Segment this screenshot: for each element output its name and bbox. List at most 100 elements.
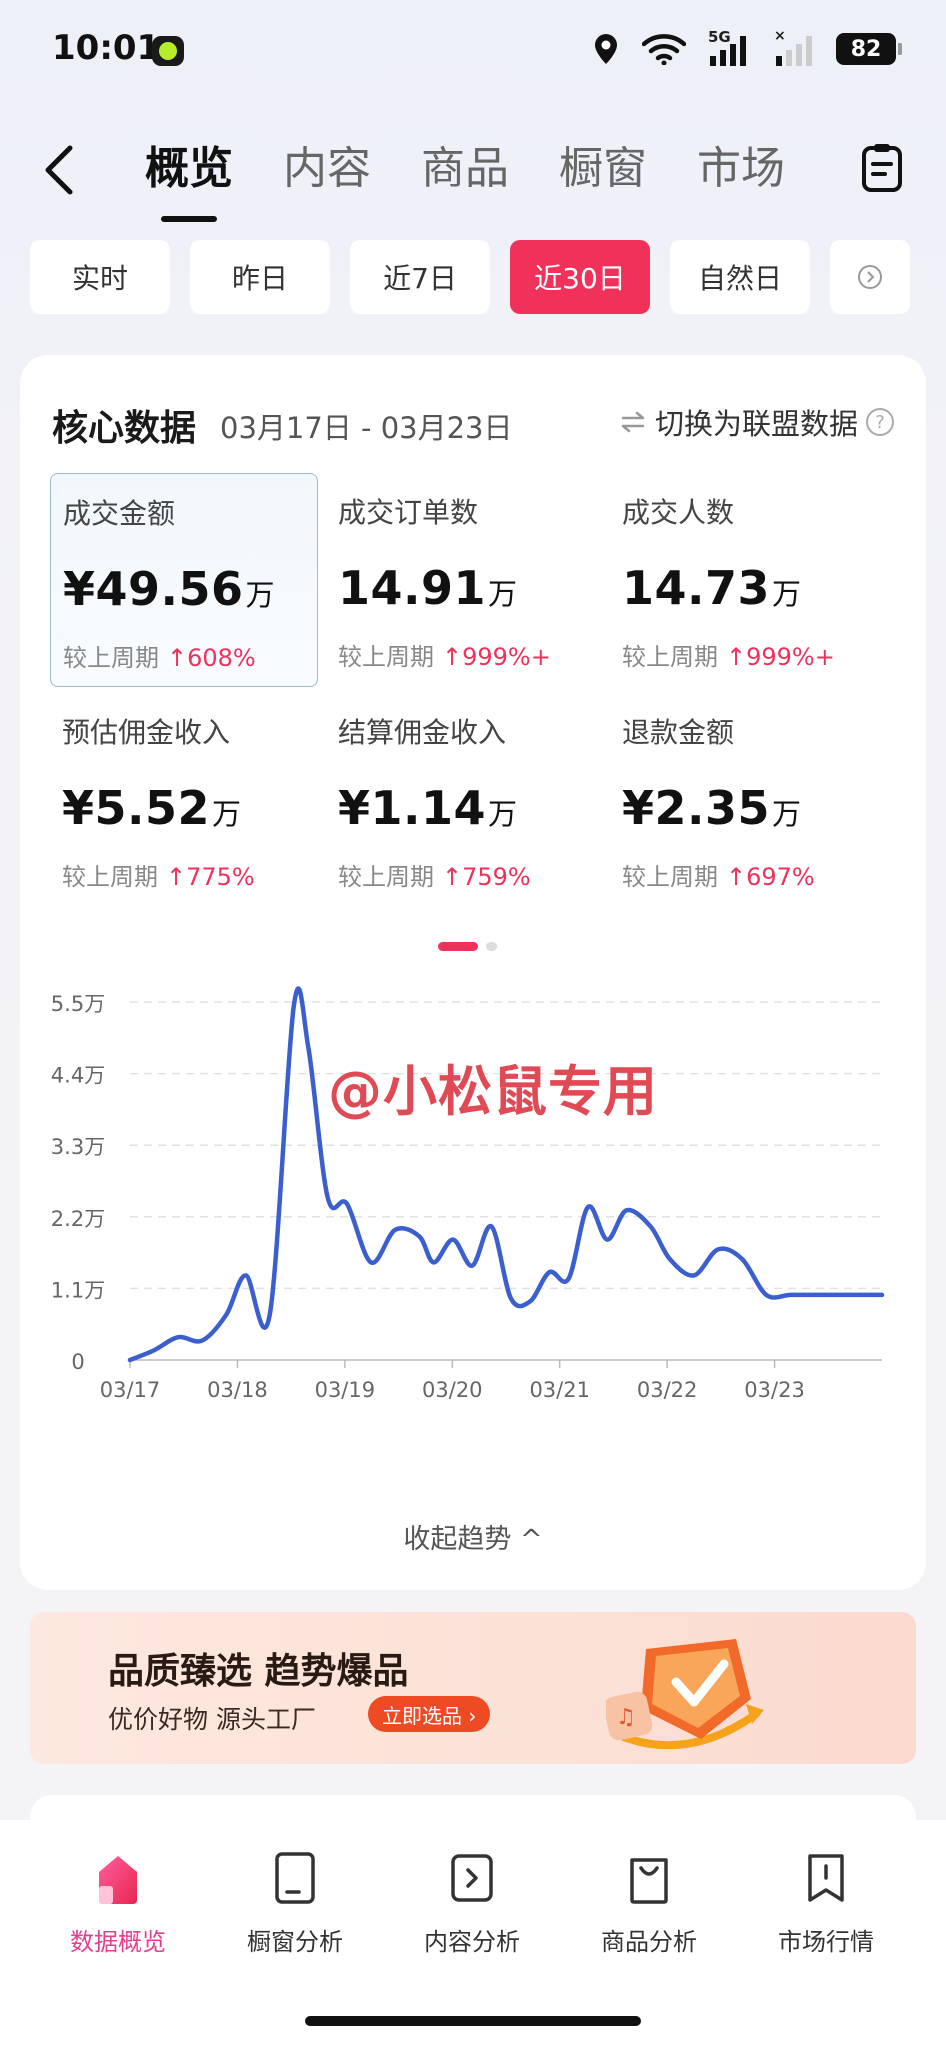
metric-compare: 较上周期 ↑759% — [338, 863, 531, 891]
y-tick-label: 1.1万 — [51, 1278, 105, 1302]
metric-label: 退款金额 — [622, 716, 735, 749]
y-tick-label: 2.2万 — [51, 1207, 105, 1231]
metric-value: ¥2.35万 — [622, 781, 802, 835]
metric-buyers[interactable]: 成交人数 14.73万 较上周期 ↑999%+ — [610, 473, 886, 687]
filter-30days[interactable]: 近30日 — [510, 240, 650, 314]
nav-label: 市场行情 — [778, 1928, 874, 1956]
metric-gmv[interactable]: 成交金额 ¥49.56万 较上周期 ↑608% — [50, 473, 318, 687]
swap-icon — [621, 411, 645, 433]
series-line — [127, 986, 885, 1363]
date-range: 03月17日 - 03月23日 — [220, 411, 513, 445]
nav-product-analysis[interactable]: 商品分析 — [569, 1850, 729, 1957]
back-icon[interactable] — [40, 140, 80, 200]
metrics-grid: 成交金额 ¥49.56万 较上周期 ↑608% 成交订单数 14.91万 较上周期… — [50, 473, 900, 907]
top-nav: 概览 内容 商品 橱窗 市场 — [0, 120, 946, 230]
filter-more-button[interactable] — [830, 240, 910, 314]
core-data-card: 核心数据 03月17日 - 03月23日 切换为联盟数据 ? 成交金额 ¥49.… — [20, 355, 926, 1590]
filter-natural-day[interactable]: 自然日 — [670, 240, 810, 314]
metric-label: 结算佣金收入 — [338, 716, 507, 749]
tab-market[interactable]: 市场 — [697, 132, 785, 210]
metric-settled-commission[interactable]: 结算佣金收入 ¥1.14万 较上周期 ↑759% — [326, 693, 602, 907]
report-icon[interactable] — [860, 142, 904, 194]
metric-value: ¥49.56万 — [63, 562, 276, 616]
banner-subtitle: 优价好物 源头工厂 — [108, 1705, 316, 1734]
y-tick-label: 5.5万 — [51, 992, 105, 1016]
metric-orders[interactable]: 成交订单数 14.91万 较上周期 ↑999%+ — [326, 473, 602, 687]
nav-label: 数据概览 — [70, 1928, 166, 1956]
nav-market-trends[interactable]: 市场行情 — [746, 1850, 906, 1957]
shopping-bag-icon — [630, 1858, 668, 1904]
status-icons: 5G × 82 — [592, 28, 902, 66]
filter-7days[interactable]: 近7日 — [350, 240, 490, 314]
metric-est-commission[interactable]: 预估佣金收入 ¥5.52万 较上周期 ↑775% — [50, 693, 318, 907]
collapse-trend-button[interactable]: 收起趋势 ^ — [20, 1517, 926, 1556]
x-tick-label: 03/17 — [100, 1378, 161, 1402]
metric-label: 成交人数 — [622, 496, 735, 529]
tab-products[interactable]: 商品 — [421, 132, 509, 210]
y-tick-label: 0 — [71, 1350, 84, 1374]
metric-compare: 较上周期 ↑999%+ — [622, 643, 835, 671]
content-play-icon — [451, 1854, 493, 1902]
banner-cta-button[interactable]: 立即选品 › — [368, 1696, 491, 1732]
metric-value: 14.73万 — [622, 561, 802, 615]
home-indicator[interactable] — [305, 2016, 641, 2026]
promo-banner[interactable]: 品质臻选 趋势爆品 优价好物 源头工厂 立即选品 › ♫ — [30, 1612, 916, 1764]
metric-compare: 较上周期 ↑775% — [62, 863, 255, 891]
tab-showcase[interactable]: 橱窗 — [559, 132, 647, 210]
home-icon — [99, 1856, 137, 1904]
x-tick-label: 03/21 — [529, 1378, 590, 1402]
app-indicator-icon — [152, 36, 184, 66]
nav-label: 橱窗分析 — [247, 1928, 343, 1956]
date-filter: 实时 昨日 近7日 近30日 自然日 — [30, 240, 910, 314]
status-time: 10:01 — [52, 28, 161, 68]
x-tick-label: 03/18 — [207, 1378, 268, 1402]
bottom-nav: 数据概览 橱窗分析 内容分析 商品分析 市场行情 — [0, 1820, 946, 2048]
nav-content-analysis[interactable]: 内容分析 — [392, 1850, 552, 1957]
nav-data-overview[interactable]: 数据概览 — [38, 1850, 198, 1957]
metric-compare: 较上周期 ↑999%+ — [338, 643, 551, 671]
metric-label: 成交金额 — [63, 497, 176, 530]
help-icon[interactable]: ? — [866, 408, 894, 436]
metric-label: 预估佣金收入 — [62, 716, 231, 749]
filter-realtime[interactable]: 实时 — [30, 240, 170, 314]
section-tabs: 概览 内容 商品 橱窗 市场 — [145, 132, 785, 210]
svg-text:♫: ♫ — [616, 1705, 636, 1730]
bookmark-icon — [808, 1854, 844, 1902]
wifi-icon — [642, 34, 686, 65]
chevron-right-circle-icon — [858, 265, 882, 289]
network-label: 5G — [708, 28, 731, 46]
y-tick-label: 3.3万 — [51, 1135, 105, 1159]
location-icon — [595, 34, 617, 64]
metric-value: ¥1.14万 — [338, 781, 518, 835]
tablet-icon — [275, 1852, 315, 1904]
pager-dot — [486, 942, 497, 951]
signal-5g-icon: 5G — [708, 28, 752, 66]
x-tick-label: 03/22 — [637, 1378, 698, 1402]
filter-yesterday[interactable]: 昨日 — [190, 240, 330, 314]
nav-label: 商品分析 — [601, 1928, 697, 1956]
x-tick-label: 03/20 — [422, 1378, 483, 1402]
tab-overview[interactable]: 概览 — [145, 132, 233, 210]
switch-to-alliance-button[interactable]: 切换为联盟数据 ? — [619, 401, 894, 443]
status-bar: 10:01 5G × 82 — [0, 0, 946, 100]
x-tick-label: 03/19 — [315, 1378, 376, 1402]
core-data-title: 核心数据 — [52, 408, 197, 449]
nav-label: 内容分析 — [424, 1928, 520, 1956]
metric-label: 成交订单数 — [338, 496, 479, 529]
metrics-pager[interactable] — [438, 942, 497, 951]
metric-value: ¥5.52万 — [62, 781, 242, 835]
nav-showcase-analysis[interactable]: 橱窗分析 — [215, 1850, 375, 1957]
pager-dot-active — [438, 942, 478, 951]
tab-content[interactable]: 内容 — [283, 132, 371, 210]
metric-compare: 较上周期 ↑697% — [622, 863, 815, 891]
metric-compare: 较上周期 ↑608% — [63, 644, 256, 672]
metric-refund[interactable]: 退款金额 ¥2.35万 较上周期 ↑697% — [610, 693, 886, 907]
battery-icon: 82 — [836, 33, 902, 65]
switch-label: 切换为联盟数据 — [654, 407, 858, 441]
metric-value: 14.91万 — [338, 561, 518, 615]
promo-badge-icon: ♫ — [606, 1639, 764, 1750]
banner-title: 品质臻选 趋势爆品 — [108, 1651, 409, 1692]
x-tick-label: 03/23 — [744, 1378, 805, 1402]
watermark-text: @小松鼠专用 — [328, 1060, 658, 1123]
y-tick-label: 4.4万 — [51, 1064, 105, 1088]
